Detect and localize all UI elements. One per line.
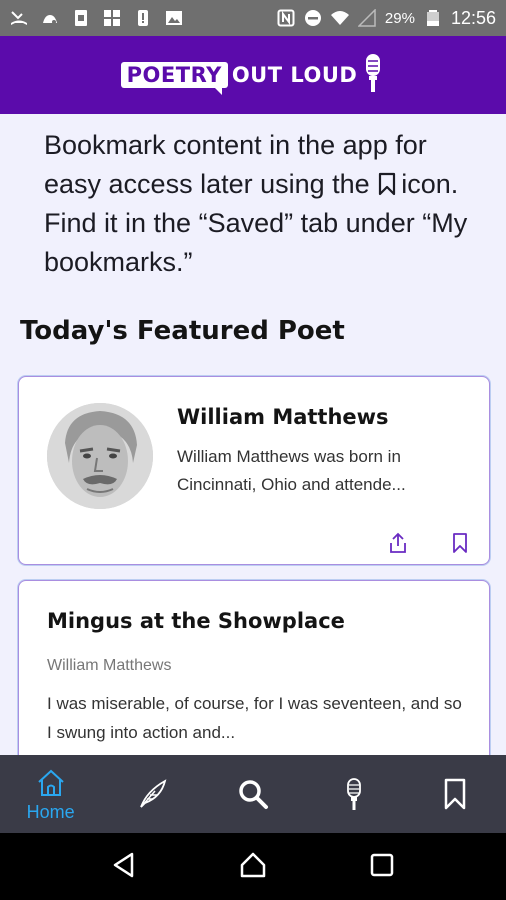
poem-excerpt: I was miserable, of course, for I was se… [47,694,462,742]
system-icons: 29% 12:56 [277,8,496,29]
poem-author: William Matthews [47,657,172,674]
home-button[interactable] [239,851,267,883]
signal-icon [357,9,376,27]
battery-percent: 29% [384,9,415,27]
microphone-logo-icon [361,53,385,97]
wifi-icon [330,9,349,27]
nav-home-label: Home [26,801,75,822]
poet-avatar [47,403,153,509]
bookmark-icon [445,778,466,810]
sim-icon [72,9,90,27]
microphone-icon [347,778,362,810]
back-icon [114,852,134,877]
bookmark-icon [377,168,397,196]
nav-recordings[interactable] [304,755,405,833]
quill-icon [139,779,167,808]
logo-text: OUT LOUD [231,63,358,87]
missed-call-icon [10,9,28,27]
nav-search[interactable] [202,755,303,833]
bookmark-icon[interactable] [449,532,471,554]
tip-text-start: Bookmark content in the app for easy acc… [44,130,427,199]
app-logo: POETRY OUT LOUD [120,53,386,97]
nfc-icon [277,9,295,27]
app-header: POETRY OUT LOUD [0,36,506,114]
photo-grid-icon [103,9,121,27]
notification-icons [10,9,183,27]
poet-bio: William Matthews was born in Cincinnati,… [177,447,406,494]
nav-home[interactable]: Home [0,755,101,833]
status-bar: 29% 12:56 [0,0,506,36]
poet-name[interactable]: William Matthews [177,405,389,429]
battery-icon [424,9,442,27]
dnd-icon [304,9,322,27]
home-icon [37,769,64,796]
clock: 12:56 [450,7,496,28]
alert-icon [134,9,152,27]
poem-card[interactable]: Mingus at the Showplace William Matthews… [18,580,490,755]
card-actions [387,532,471,554]
bookmark-tip: Bookmark content in the app for easy acc… [44,126,484,282]
voicemail-icon [41,9,59,27]
main-content[interactable]: Bookmark content in the app for easy acc… [0,114,506,755]
poem-title[interactable]: Mingus at the Showplace [47,609,345,633]
section-title: Today's Featured Poet [20,316,345,346]
share-icon[interactable] [387,532,409,554]
bottom-nav: Home [0,755,506,833]
logo-box: POETRY [120,62,228,95]
recents-icon [370,853,393,876]
image-icon [165,9,183,27]
back-button[interactable] [110,851,138,883]
search-icon [239,780,268,809]
nav-poems[interactable] [101,755,202,833]
home-circle-icon [240,852,266,877]
android-nav-bar [0,833,506,900]
featured-poet-card[interactable]: William Matthews William Matthews was bo… [18,376,490,565]
recents-button[interactable] [368,851,396,883]
nav-saved[interactable] [405,755,506,833]
